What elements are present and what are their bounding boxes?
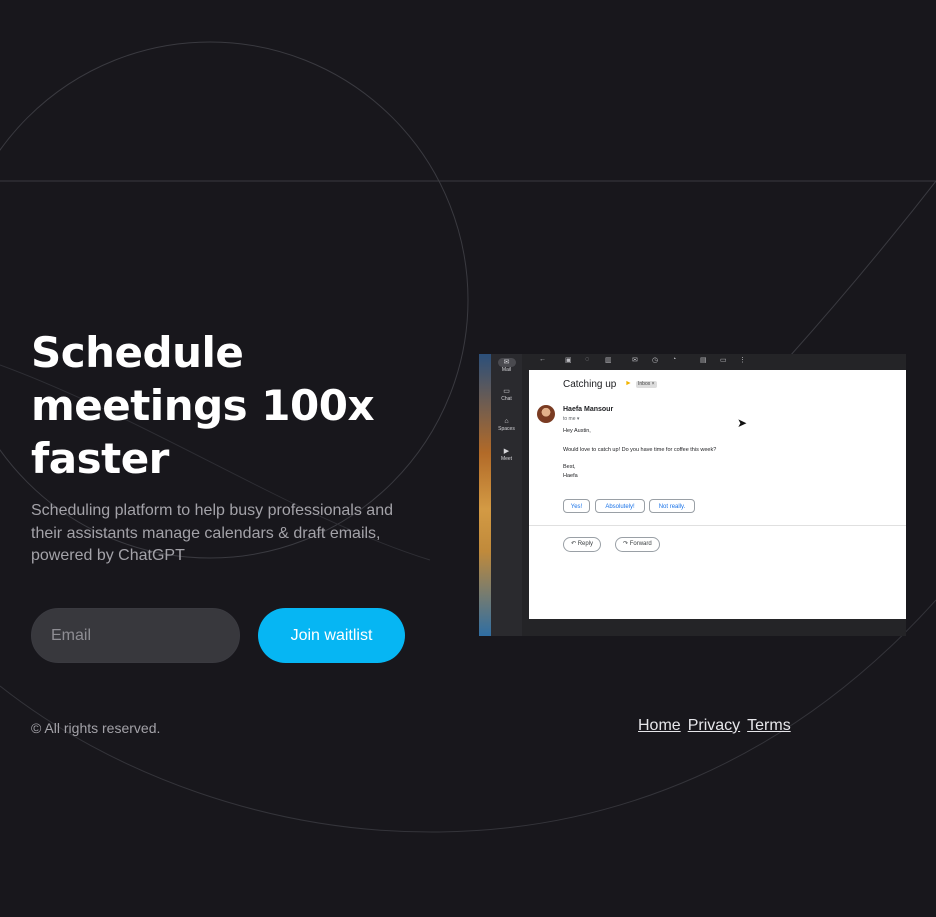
divider	[529, 525, 906, 526]
rail-item-spaces: ⌂ Spaces	[491, 417, 522, 432]
sender-name: Haefa Mansour	[563, 406, 614, 413]
hero-subtext: Scheduling platform to help busy profess…	[31, 502, 393, 564]
rail-item-chat: ▭ Chat	[491, 387, 522, 402]
footer-link-terms[interactable]: Terms	[747, 717, 791, 735]
archive-icon: ▣	[565, 357, 572, 364]
report-icon: ◌	[585, 356, 590, 363]
rail-label: Chat	[501, 396, 512, 402]
forward-pill: ↷ Forward	[615, 537, 660, 552]
product-preview-screenshot: ✉ Mail ▭ Chat ⌂ Spaces ▶ Meet ← ▣ ◌ ▥ ✉ …	[479, 354, 906, 636]
reply-icon: ↶	[571, 541, 577, 547]
wallpaper-strip	[479, 354, 491, 636]
folder-icon: ▤	[700, 357, 707, 364]
chat-icon: ▭	[503, 388, 510, 395]
email-subject: Catching up	[563, 379, 617, 390]
inbox-label-chip: Inbox ×	[636, 381, 657, 388]
meet-icon: ▶	[503, 448, 510, 455]
email-greeting: Hey Austin,	[563, 428, 591, 434]
app-rail: ✉ Mail ▭ Chat ⌂ Spaces ▶ Meet	[491, 354, 522, 636]
more-icon: ⋮	[739, 357, 746, 364]
label-icon: ▭	[720, 357, 727, 364]
spaces-icon: ⌂	[504, 418, 509, 425]
copyright-text: © All rights reserved.	[31, 720, 161, 736]
rail-item-mail: ✉ Mail	[491, 358, 522, 373]
reply-pill: ↶ Reply	[563, 537, 602, 552]
email-signature: Haefa	[563, 473, 578, 479]
headline-line-2: meetings 100x	[31, 381, 375, 430]
reply-label: Reply	[577, 541, 594, 547]
footer-link-privacy[interactable]: Privacy	[688, 717, 740, 735]
footer-link-home[interactable]: Home	[638, 717, 681, 735]
sender-avatar	[537, 405, 555, 423]
headline-line-3: faster	[31, 434, 169, 483]
mouse-cursor-icon: ➤	[737, 416, 748, 430]
email-input[interactable]	[31, 608, 240, 663]
email-body: Would love to catch up! Do you have time…	[563, 447, 717, 453]
envelope-icon: ✉	[632, 357, 638, 364]
smart-reply-not-really: Not really.	[649, 499, 695, 513]
forward-icon: ↷	[623, 541, 629, 547]
join-waitlist-button[interactable]: Join waitlist	[258, 608, 405, 663]
smart-reply-yes: Yes!	[563, 499, 590, 513]
rail-item-meet: ▶ Meet	[491, 447, 522, 462]
headline-line-1: Schedule	[31, 328, 244, 377]
important-icon: ►	[625, 380, 632, 387]
rail-label: Meet	[500, 456, 513, 462]
smart-reply-absolutely: Absolutely!	[595, 499, 645, 513]
back-icon: ←	[539, 356, 546, 363]
footer-nav: Home Privacy Terms	[638, 717, 791, 735]
hero-headline: Schedule meetings 100x faster	[31, 326, 451, 485]
task-icon: ◔	[672, 356, 677, 363]
rail-label: Spaces	[498, 426, 515, 432]
recipient-line: to me ▾	[563, 416, 580, 422]
clock-icon: ◷	[652, 357, 659, 364]
email-signoff: Best,	[563, 464, 576, 470]
mail-toolbar: ← ▣ ◌ ▥ ✉ ◷ ◔ ▤ ▭ ⋮	[529, 354, 906, 370]
delete-icon: ▥	[605, 357, 612, 364]
email-view: Catching up ► Inbox × Haefa Mansour to m…	[529, 370, 906, 619]
forward-label: Forward	[629, 541, 652, 547]
rail-label: Mail	[501, 367, 512, 373]
mail-icon: ✉	[497, 358, 516, 367]
